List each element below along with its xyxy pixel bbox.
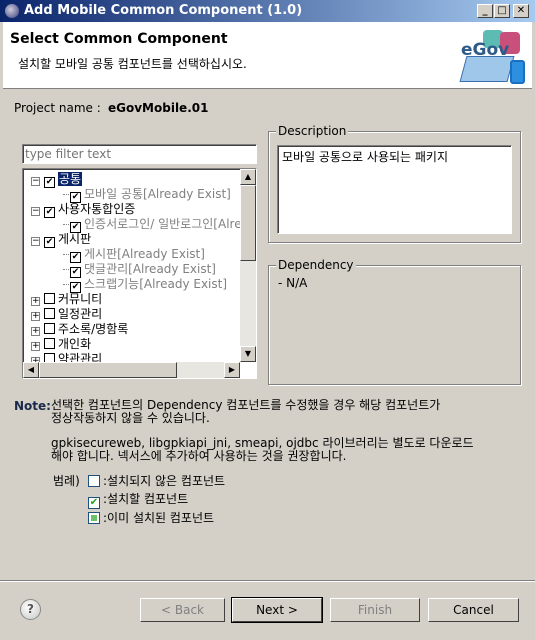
- project-name-value: eGovMobile.01: [108, 101, 209, 115]
- note-line: 해야 합니다. 넥서스에 추가하여 사용하는 것을 권장합니다.: [51, 449, 347, 463]
- checked-checkbox-icon: ✔: [88, 497, 100, 509]
- scroll-up-button[interactable]: ▲: [240, 169, 256, 185]
- tree-item-label: 일정관리: [58, 307, 103, 321]
- filter-input[interactable]: [22, 144, 257, 164]
- expand-icon[interactable]: +: [31, 312, 40, 321]
- scroll-left-button[interactable]: ◀: [23, 362, 39, 378]
- tree-item[interactable]: ✔ 게시판[Already Exist]: [63, 247, 205, 263]
- description-label: Description: [276, 124, 349, 138]
- tree-item[interactable]: − ✔ 공통: [31, 172, 83, 188]
- title-bar: Add Mobile Common Component (1.0): [0, 0, 535, 22]
- tree-item[interactable]: + 커뮤니티: [31, 292, 102, 307]
- legend-unchecked: :설치되지 않은 컴포넌트: [88, 472, 225, 489]
- unchecked-checkbox[interactable]: [44, 338, 55, 349]
- minimize-button[interactable]: _: [477, 4, 493, 18]
- legend-text: :설치되지 않은 컴포넌트: [103, 474, 226, 488]
- tree-item-label: 모바일 공통[Already Exist]: [84, 187, 231, 201]
- vertical-scroll-thumb[interactable]: [240, 185, 256, 261]
- separator: [0, 580, 535, 582]
- unchecked-checkbox[interactable]: [44, 323, 55, 334]
- help-button[interactable]: ?: [20, 599, 41, 620]
- back-button[interactable]: < Back: [140, 598, 225, 622]
- dependency-text: - N/A: [278, 276, 308, 290]
- tree-item[interactable]: + 개인화: [31, 337, 91, 352]
- tree-item-label: 커뮤니티: [58, 292, 103, 306]
- unchecked-checkbox[interactable]: [44, 308, 55, 319]
- checked-checkbox[interactable]: ✔: [44, 177, 55, 188]
- collapse-icon[interactable]: −: [31, 207, 40, 216]
- description-text[interactable]: 모바일 공통으로 사용되는 패키지: [277, 145, 512, 234]
- window-title: Add Mobile Common Component (1.0): [24, 3, 303, 18]
- tree-item-label: 공통: [58, 172, 83, 186]
- tree-item[interactable]: − ✔ 사용자통합인증: [31, 202, 136, 218]
- eclipse-icon: [5, 4, 19, 18]
- tree-line: [63, 194, 69, 195]
- tree-item[interactable]: ✔인증서로그인/ 일반로그인[Already Exist]: [63, 217, 257, 233]
- scroll-right-button[interactable]: ▶: [224, 362, 240, 378]
- legend-text: :설치할 컴포넌트: [103, 492, 189, 506]
- tree-item-label: 개인화: [58, 337, 92, 351]
- next-button[interactable]: Next >: [231, 597, 323, 623]
- note-text: 선택한 컴포넌트의 Dependency 컴포넌트를 수정했을 경우 해당 컴포…: [51, 399, 474, 463]
- tree-item-label: 주소록/명함록: [58, 322, 129, 336]
- tree-item[interactable]: ✔ 스크랩기능[Already Exist]: [63, 277, 228, 293]
- checked-checkbox[interactable]: ✔: [44, 237, 55, 248]
- collapse-icon[interactable]: −: [31, 177, 40, 186]
- tree-line: [63, 254, 69, 255]
- page-subtitle: 설치할 모바일 공통 컴포넌트를 선택하십시오.: [18, 57, 247, 71]
- tree-item-label: 스크랩기능[Already Exist]: [84, 277, 228, 291]
- cancel-button[interactable]: Cancel: [428, 598, 519, 622]
- tree-line: [63, 284, 69, 285]
- tree-item-label: 게시판[Already Exist]: [84, 247, 205, 261]
- unchecked-checkbox[interactable]: [44, 293, 55, 304]
- tree-item-label: 인증서로그인/ 일반로그인[Already Exist]: [84, 217, 257, 231]
- project-name-label: Project name :: [14, 101, 101, 115]
- tree-item[interactable]: − ✔ 게시판: [31, 232, 92, 248]
- tree-item[interactable]: ✔ 모바일 공통[Already Exist]: [63, 187, 231, 203]
- tree-item[interactable]: + 일정관리: [31, 307, 102, 322]
- legend-label: 범례): [53, 474, 80, 488]
- wizard-header: Select Common Component 설치할 모바일 공통 컴포넌트를…: [3, 22, 532, 89]
- finish-button[interactable]: Finish: [330, 598, 420, 622]
- tree-item-label: 사용자통합인증: [58, 202, 136, 216]
- dependency-label: Dependency: [276, 258, 356, 272]
- tree-item-label: 게시판: [58, 232, 92, 246]
- logo-text: eGov: [461, 40, 510, 60]
- vertical-scrollbar[interactable]: ▲ ▼: [240, 169, 256, 362]
- legend-checked: ✔:설치할 컴포넌트: [88, 490, 188, 509]
- tree-item[interactable]: + 주소록/명함록: [31, 322, 128, 337]
- tree-line: [63, 269, 69, 270]
- expand-icon[interactable]: +: [31, 342, 40, 351]
- close-button[interactable]: ✕: [513, 4, 529, 18]
- component-tree[interactable]: − ✔ 공통 ✔ 모바일 공통[Already Exist] − ✔ 사용자통합인증 ✔ 인증서로…: [22, 168, 257, 379]
- collapse-icon[interactable]: −: [31, 237, 40, 246]
- tree-item[interactable]: ✔ 댓글관리[Already Exist]: [63, 262, 216, 278]
- page-title: Select Common Component: [10, 31, 228, 47]
- egov-logo: eGov: [458, 26, 530, 86]
- expand-icon[interactable]: +: [31, 297, 40, 306]
- tree-item-label: 댓글관리[Already Exist]: [84, 262, 216, 276]
- legend-text: :이미 설치된 컴포넌트: [103, 511, 215, 525]
- horizontal-scroll-thumb[interactable]: [39, 362, 177, 378]
- filled-checkbox-icon: [88, 512, 100, 524]
- empty-checkbox-icon: [88, 475, 100, 487]
- scroll-down-button[interactable]: ▼: [240, 346, 256, 362]
- checked-checkbox[interactable]: ✔: [44, 207, 55, 218]
- note-label: Note:: [14, 399, 51, 413]
- expand-icon[interactable]: +: [31, 327, 40, 336]
- tree-line: [63, 224, 69, 225]
- maximize-button[interactable]: □: [494, 4, 510, 18]
- horizontal-scrollbar[interactable]: ◀ ▶: [23, 362, 240, 378]
- legend-installed: :이미 설치된 컴포넌트: [88, 509, 214, 526]
- note-line: 정상작동하지 않을 수 있습니다.: [51, 411, 210, 425]
